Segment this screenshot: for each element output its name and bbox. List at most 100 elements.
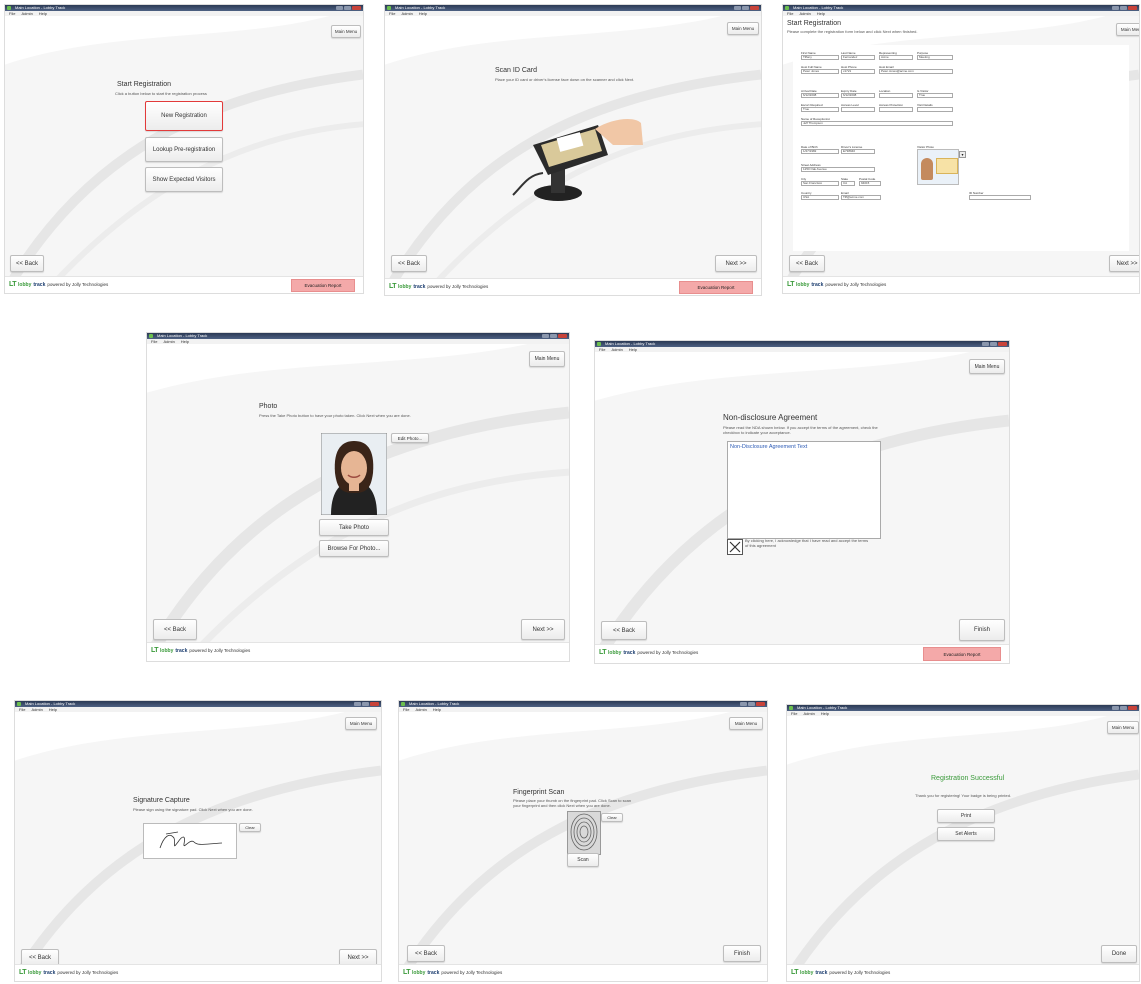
state-field[interactable]: CA <box>841 181 855 186</box>
email-field[interactable]: Tiff@acme.com <box>841 195 881 200</box>
fingerprint-image <box>567 811 601 855</box>
close-button[interactable] <box>750 6 759 10</box>
is-visitor-select[interactable]: True <box>917 93 953 98</box>
back-button[interactable]: << Back <box>601 621 647 640</box>
photo-face-icon <box>921 158 933 180</box>
nda-text-box[interactable]: Non-Disclosure Agreement Text <box>727 441 881 539</box>
arrival-date-field[interactable]: 6/12/2008 <box>801 93 839 98</box>
signature-pad[interactable] <box>143 823 237 859</box>
next-button[interactable]: Next >> <box>521 619 565 640</box>
evacuation-report-button[interactable]: Evacuation Report <box>291 279 355 292</box>
street-address-field[interactable]: 1250 Oak Avenue <box>801 167 875 172</box>
set-alerts-button[interactable]: Set Alerts <box>937 827 995 841</box>
back-button[interactable]: << Back <box>10 255 44 272</box>
page-title: Start Registration <box>787 20 842 27</box>
show-expected-visitors-button[interactable]: Show Expected Visitors <box>145 167 223 192</box>
expiry-date-field[interactable]: 6/12/2008 <box>841 93 875 98</box>
back-button[interactable]: << Back <box>407 945 445 962</box>
window-controls[interactable] <box>336 6 361 10</box>
browse-photo-button[interactable]: Browse For Photo... <box>319 540 389 557</box>
dob-field[interactable]: 1/27/1982 <box>801 149 839 154</box>
first-name-field[interactable]: Tiffany <box>801 55 839 60</box>
finish-button[interactable]: Finish <box>723 945 761 962</box>
close-button[interactable] <box>352 6 361 10</box>
menu-bar: File Admin Help <box>5 11 363 16</box>
host-name-field[interactable]: Peter Jones <box>801 69 839 74</box>
screen-nda: Main Location - Lobby Track File Admin Hel… <box>594 340 1010 664</box>
main-menu-button[interactable]: Main Menu <box>345 717 377 730</box>
lobbytrack-logo-icon: LT <box>389 283 397 290</box>
receptionist-field[interactable]: Jeff Thompson <box>801 121 953 126</box>
close-button[interactable] <box>370 702 379 706</box>
next-button[interactable]: Next >> <box>1109 255 1139 272</box>
next-button[interactable]: Next >> <box>715 255 757 272</box>
evacuation-report-button[interactable]: Evacuation Report <box>679 281 753 294</box>
host-email-field[interactable]: Peter.Jones@acme.com <box>879 69 953 74</box>
fingerprint-icon <box>570 813 598 851</box>
clear-signature-button[interactable]: Clear <box>239 823 261 832</box>
main-menu-button[interactable]: Main Menu <box>1107 721 1139 734</box>
back-button[interactable]: << Back <box>391 255 427 272</box>
close-button[interactable] <box>1128 6 1137 10</box>
menu-admin[interactable]: Admin <box>21 11 32 16</box>
menu-file[interactable]: File <box>9 11 15 16</box>
menu-bar: File Admin Help <box>787 711 1139 716</box>
representing-field[interactable]: Acme <box>879 55 913 60</box>
id-number-field[interactable] <box>969 195 1031 200</box>
main-menu-button[interactable]: Main Menu <box>1116 23 1139 36</box>
close-button[interactable] <box>1128 706 1137 710</box>
main-menu-button[interactable]: Main Menu <box>529 351 565 367</box>
evacuation-report-button[interactable]: Evacuation Report <box>923 647 1001 661</box>
main-menu-button[interactable]: Main Menu <box>969 359 1005 374</box>
footer: LT lobby track powered by Jolly Technologie… <box>783 276 1139 293</box>
back-button[interactable]: << Back <box>153 619 197 640</box>
registration-form: First Name Tiffany Last Name Fernandez Rep… <box>793 45 1129 251</box>
acknowledge-label: By clicking here, I acknowledge that I h… <box>745 538 869 548</box>
chevron-down-icon[interactable]: ▾ <box>959 151 966 158</box>
drivers-license-field[interactable]: E738940 <box>841 149 875 154</box>
host-phone-field[interactable]: x1721 <box>841 69 875 74</box>
id-scanner-image <box>512 118 643 201</box>
postal-code-field[interactable]: 94015 <box>859 181 881 186</box>
main-menu-button[interactable]: Main Menu <box>331 25 361 38</box>
background-swoosh <box>787 705 1139 981</box>
lobbytrack-logo-icon: LT <box>9 281 17 288</box>
close-button[interactable] <box>558 334 567 338</box>
maximize-button[interactable] <box>344 6 351 10</box>
edit-photo-button[interactable]: Edit Photo... <box>391 433 429 443</box>
back-button[interactable]: << Back <box>789 255 825 272</box>
location-select[interactable] <box>879 93 913 98</box>
main-menu-button[interactable]: Main Menu <box>727 22 759 35</box>
close-button[interactable] <box>998 342 1007 346</box>
access-level-select[interactable] <box>841 107 875 112</box>
finish-button[interactable]: Finish <box>959 619 1005 641</box>
city-field[interactable]: San Francisco <box>801 181 839 186</box>
lobbytrack-logo-icon: LT <box>403 969 411 976</box>
access-protection-select[interactable] <box>879 107 913 112</box>
visitor-photo-thumbnail[interactable] <box>917 149 959 185</box>
minimize-button[interactable] <box>336 6 343 10</box>
clear-fingerprint-button[interactable]: Clear <box>601 813 623 822</box>
page-subtitle: Press the Take Photo button to have your… <box>259 413 411 418</box>
new-registration-button[interactable]: New Registration <box>145 101 223 131</box>
purpose-select[interactable]: Meeting <box>917 55 953 60</box>
print-button[interactable]: Print <box>937 809 995 823</box>
footer: LT lobby track powered by Jolly Technologie… <box>787 964 1139 981</box>
accept-checkbox[interactable] <box>727 539 743 555</box>
escort-required-select[interactable]: True <box>801 107 839 112</box>
main-menu-button[interactable]: Main Menu <box>729 717 763 730</box>
close-button[interactable] <box>756 702 765 706</box>
country-field[interactable]: USA <box>801 195 839 200</box>
take-photo-button[interactable]: Take Photo <box>319 519 389 536</box>
visit-details-select[interactable] <box>917 107 953 112</box>
lobbytrack-logo-icon: LT <box>599 649 607 656</box>
scan-fingerprint-button[interactable]: Scan <box>567 853 599 867</box>
done-button[interactable]: Done <box>1101 945 1137 963</box>
menu-bar: File Admin Help <box>399 707 767 712</box>
last-name-field[interactable]: Fernandez <box>841 55 875 60</box>
page-title: Scan ID Card <box>495 67 538 74</box>
window-controls[interactable] <box>734 6 759 10</box>
menu-help[interactable]: Help <box>39 11 47 16</box>
lookup-preregistration-button[interactable]: Lookup Pre-registration <box>145 137 223 162</box>
brand: LT lobby track powered by Jolly Technologie… <box>599 649 699 656</box>
